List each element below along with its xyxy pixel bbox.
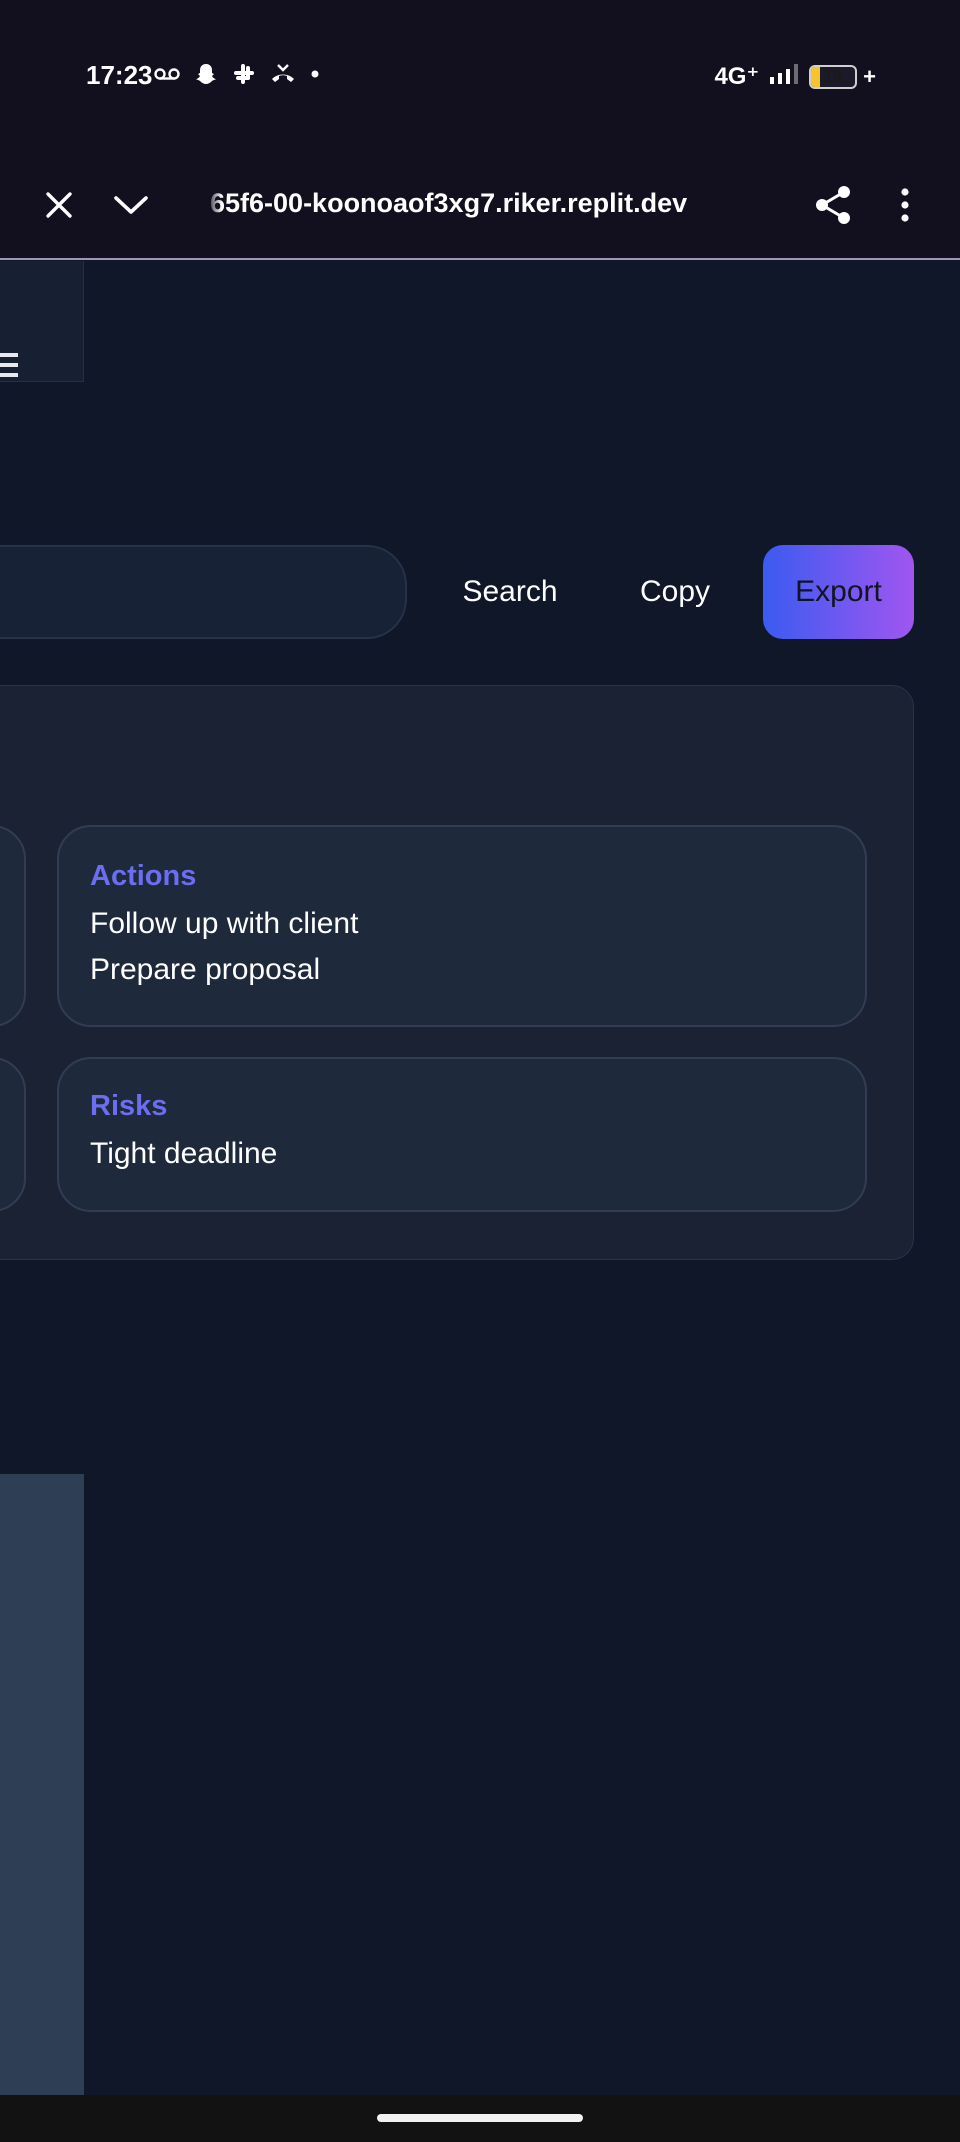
- actions-title: Actions: [90, 860, 197, 892]
- chevron-down-icon[interactable]: [106, 180, 156, 230]
- sidebar-panel: [0, 1474, 84, 2095]
- action-item: Follow up with client: [90, 907, 359, 940]
- charging-indicator: +: [863, 63, 876, 89]
- close-icon[interactable]: [34, 180, 84, 230]
- status-bar: 17:23 4G⁺ 19 +: [0, 0, 960, 150]
- signal-icon: [769, 63, 799, 90]
- slack-icon: [232, 62, 256, 86]
- gesture-nav-bar: [0, 2095, 960, 2142]
- web-content: Search Copy Export Actions Follow up wit…: [0, 261, 960, 2095]
- url-fade: [206, 180, 222, 230]
- system-status: 4G⁺ 19 +: [714, 62, 876, 91]
- url-text[interactable]: 65f6-00-koonoaof3xg7.riker.replit.dev: [210, 188, 710, 219]
- snapchat-icon: [194, 62, 218, 86]
- risks-card: Risks Tight deadline: [57, 1057, 867, 1212]
- export-button[interactable]: Export: [763, 545, 914, 639]
- dot-icon: [310, 69, 320, 79]
- hamburger-menu-icon[interactable]: [0, 351, 18, 384]
- left-card-partial: [0, 1057, 26, 1212]
- copy-button[interactable]: Copy: [622, 545, 728, 639]
- action-item: Prepare proposal: [90, 953, 321, 986]
- battery-level: 19: [823, 66, 843, 86]
- sidebar-header: [0, 261, 84, 382]
- search-button[interactable]: Search: [450, 545, 570, 639]
- voicemail-icon: [154, 66, 180, 82]
- browser-toolbar: 65f6-00-koonoaof3xg7.riker.replit.dev: [0, 150, 960, 260]
- share-icon[interactable]: [806, 178, 860, 232]
- status-time: 17:23: [86, 60, 153, 90]
- more-vert-icon[interactable]: [880, 178, 930, 232]
- battery-icon: 19: [809, 64, 858, 89]
- missed-call-icon: [270, 63, 296, 85]
- risks-title: Risks: [90, 1090, 168, 1122]
- home-gesture-handle[interactable]: [377, 2114, 583, 2122]
- notification-icons: [154, 62, 320, 86]
- network-type: 4G⁺: [714, 63, 760, 90]
- search-input[interactable]: [0, 545, 407, 639]
- risk-item: Tight deadline: [90, 1137, 278, 1170]
- actions-card: Actions Follow up with client Prepare pr…: [57, 825, 867, 1027]
- left-card-partial: [0, 825, 26, 1027]
